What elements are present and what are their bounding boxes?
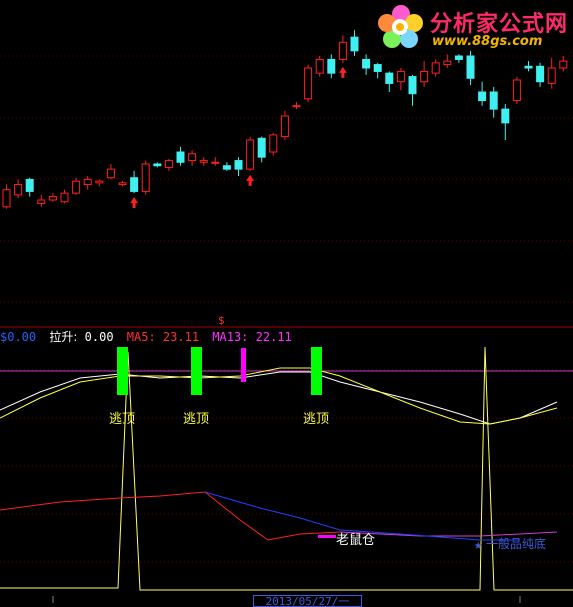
pulse-line [0,346,573,591]
site-logo[interactable]: 分析家公式网 www.88gs.com [376,4,572,52]
candle-body [164,160,173,168]
escape-top-signal [117,347,128,395]
ma13-value: 22.11 [255,330,292,344]
candle-body [559,60,568,69]
candle-body [257,137,266,158]
oscillator-white [0,371,558,425]
escape-top-signal [191,347,202,395]
stock-chart[interactable]: $ 逃顶 逃顶 逃顶 老鼠仓 一般品纯底 ★ [0,0,573,603]
escape-top-label: 逃顶 [109,412,135,427]
flower-icon [378,5,423,48]
candle-body [25,178,34,192]
up-arrow-icon [130,197,139,209]
candle-body [350,36,359,52]
up-arrow-icon [338,66,347,78]
candle-body [304,67,313,100]
candle-body [512,79,521,102]
candle-body [222,165,231,170]
candle-body [431,62,440,74]
candle-body [420,70,429,83]
rat-position-label: 老鼠仓 [336,533,375,548]
candle-body [408,76,417,95]
candle-body [396,70,405,83]
candle-body [234,160,243,170]
buy-arrows [130,66,347,209]
lasheng-label: 拉升: [49,330,78,344]
star-icon: ★ [474,537,483,553]
indicator-dollar-value: $0.00 [0,330,37,344]
candle-body [188,153,197,162]
escape-top-label: 逃顶 [303,412,329,427]
bottom-signal-label: 一般品纯底 [486,536,546,551]
candle-body [130,177,139,192]
indicator-values-bar: $0.00 拉升: 0.00 MA5: 23.11 MA13: 22.11 [0,328,298,344]
candle-body [106,168,115,179]
rat-signal [241,348,246,382]
candle-body [118,182,127,186]
candle-body [83,178,92,186]
candle-body [327,58,336,74]
candle-body [153,163,162,167]
ma13-label: MA13: [212,330,249,344]
dollar-marker: $ [218,314,225,327]
ma5-label: MA5: [126,330,156,344]
candle-body [547,67,556,84]
candlestick-series [2,30,568,209]
candle-body [95,180,104,184]
candle-body [269,134,278,153]
candle-body [501,108,510,124]
date-cursor-box[interactable]: 2013/05/27/一 [253,595,362,607]
candle-body [443,60,452,66]
candle-body [338,41,347,60]
ma5-line [0,491,341,541]
up-arrow-icon [246,174,255,186]
rat-marker [318,535,336,538]
oscillator-yellow [0,367,558,425]
candle-body [176,151,185,163]
indicator-pane: 逃顶 逃顶 逃顶 [0,346,573,603]
candle-body [211,161,220,164]
candle-body [454,55,463,60]
candle-body [362,58,371,69]
candle-body [246,139,255,170]
candle-body [385,72,394,84]
candle-body [466,55,475,79]
candle-body [2,189,11,208]
candle-body [37,199,46,204]
candle-body [489,91,498,110]
candle-body [373,64,382,72]
candle-body [315,58,324,74]
logo-url: www.88gs.com [432,34,543,49]
candle-body [478,91,487,102]
candle-body [199,160,208,163]
escape-top-label: 逃顶 [183,412,209,427]
candle-body [72,180,81,194]
candle-body [14,184,23,196]
ma5-value: 23.11 [162,330,200,344]
candle-body [141,163,150,192]
candle-body [60,192,69,203]
candle-body [280,115,289,138]
candle-body [524,65,533,69]
lasheng-value: 0.00 [84,330,114,344]
candle-body [536,65,545,83]
candle-body [48,196,57,201]
escape-top-signal [311,347,322,395]
candle-body [292,105,301,108]
